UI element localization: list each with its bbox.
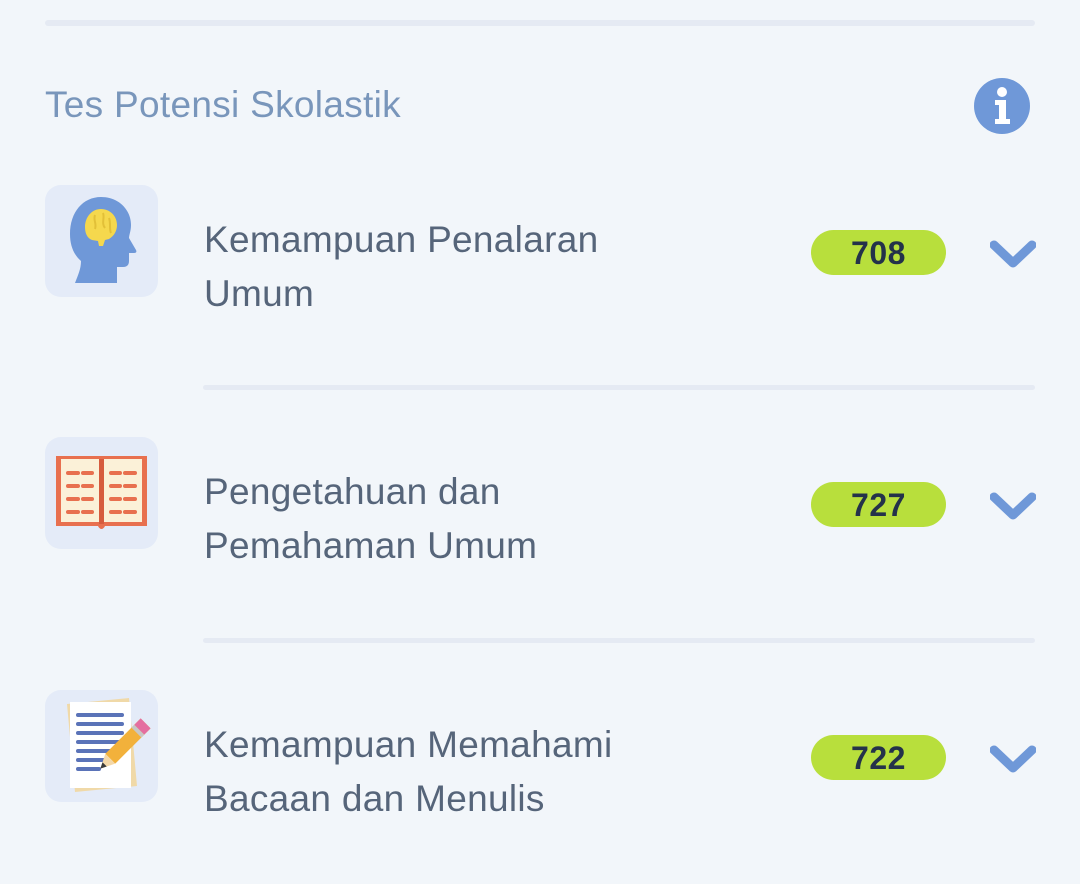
expand-button[interactable]: [989, 742, 1037, 776]
expand-button[interactable]: [989, 237, 1037, 271]
subtest-label-line2: Pemahaman Umum: [204, 525, 538, 566]
subtest-icon-box: [45, 690, 158, 802]
score-badge: 727: [811, 482, 946, 527]
subtest-label: Pengetahuan dan Pemahaman Umum: [204, 465, 724, 573]
expand-button[interactable]: [989, 489, 1037, 523]
subtest-label-line2: Bacaan dan Menulis: [204, 778, 545, 819]
row-divider: [203, 385, 1035, 390]
info-button[interactable]: [974, 78, 1030, 134]
head-brain-icon: [70, 197, 137, 283]
subtest-label-line1: Kemampuan Memahami: [204, 724, 613, 765]
subtest-row-memahami-bacaan[interactable]: Kemampuan Memahami Bacaan dan Menulis 72…: [0, 690, 1080, 830]
top-divider: [45, 20, 1035, 26]
open-book-icon: [56, 456, 147, 529]
info-icon: [974, 78, 1030, 134]
score-badge: 722: [811, 735, 946, 780]
chevron-down-icon: [989, 745, 1037, 773]
subtest-label-line2: Umum: [204, 273, 315, 314]
subtest-label: Kemampuan Penalaran Umum: [204, 213, 724, 321]
row-divider: [203, 638, 1035, 643]
paper-pencil-icon: [67, 698, 151, 792]
subtest-icon-box: [45, 437, 158, 549]
section-title: Tes Potensi Skolastik: [45, 84, 401, 125]
subtest-icon-box: [45, 185, 158, 297]
subtest-label-line1: Pengetahuan dan: [204, 471, 501, 512]
score-badge: 708: [811, 230, 946, 275]
chevron-down-icon: [989, 240, 1037, 268]
subtest-label: Kemampuan Memahami Bacaan dan Menulis: [204, 718, 724, 826]
subtest-label-line1: Kemampuan Penalaran: [204, 219, 599, 260]
chevron-down-icon: [989, 492, 1037, 520]
subtest-row-pengetahuan-umum[interactable]: Pengetahuan dan Pemahaman Umum 727: [0, 437, 1080, 577]
subtest-row-penalaran-umum[interactable]: Kemampuan Penalaran Umum 708: [0, 185, 1080, 325]
